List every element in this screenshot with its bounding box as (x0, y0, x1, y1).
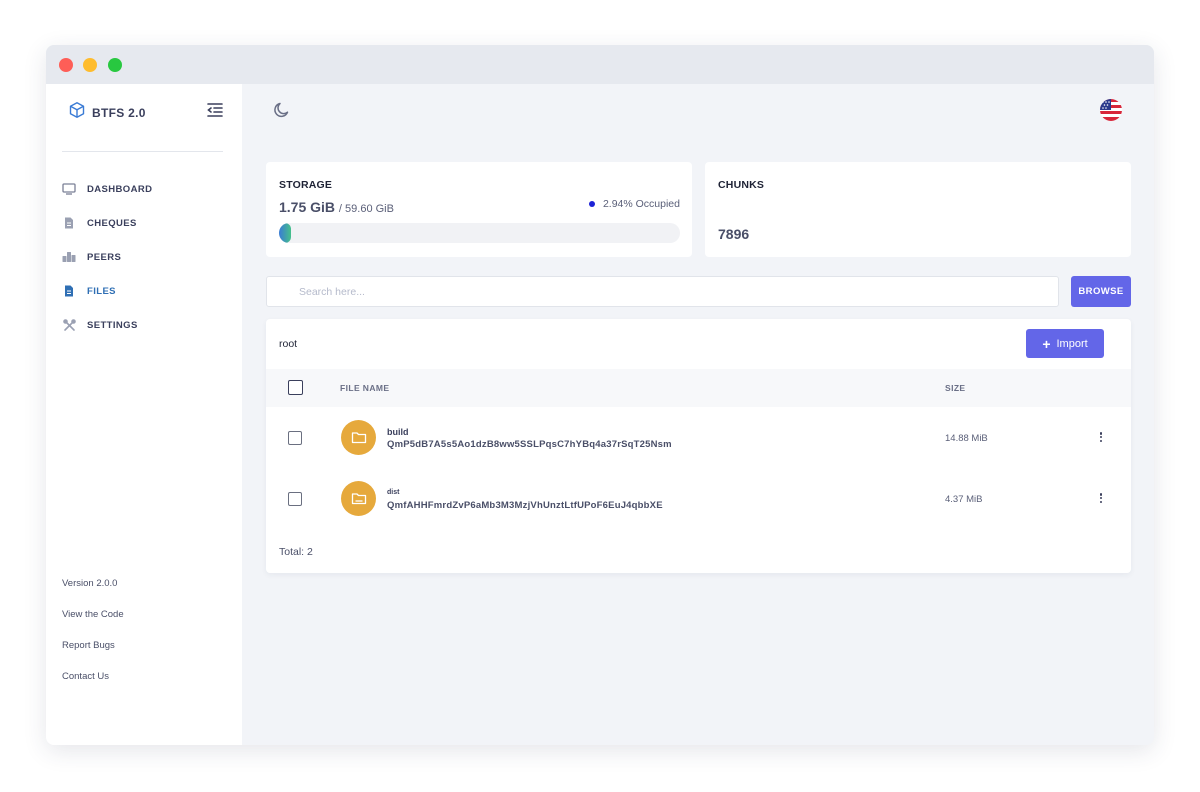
brand-name: BTFS 2.0 (92, 105, 146, 120)
search-input[interactable] (266, 276, 1059, 307)
select-all-checkbox[interactable] (288, 380, 303, 395)
sidebar-footer-links: Version 2.0.0 View the Code Report Bugs … (62, 577, 124, 701)
file-icon (62, 284, 76, 298)
document-icon (62, 216, 76, 230)
sidebar-item-label: CHEQUES (87, 217, 137, 229)
storage-card: STORAGE 1.75 GiB / 59.60 GiB 2.94% Occup… (266, 162, 692, 257)
files-card: root + Import FILE NAME SIZE build QmP5d… (266, 319, 1131, 573)
storage-used: 1.75 GiB / 59.60 GiB (279, 199, 394, 215)
collapse-sidebar-icon[interactable] (206, 101, 224, 119)
column-header-name[interactable]: FILE NAME (340, 383, 389, 393)
main-content: STORAGE 1.75 GiB / 59.60 GiB 2.94% Occup… (242, 84, 1154, 745)
moon-icon[interactable] (272, 100, 292, 120)
sidebar-item-dashboard[interactable]: DASHBOARD (62, 172, 232, 206)
more-options-icon[interactable] (1097, 430, 1105, 444)
file-name[interactable]: dist (387, 489, 399, 496)
file-hash: QmfAHHFmrdZvP6aMb3M3MzjVhUnztLtfUPoF6EuJ… (387, 500, 663, 511)
sidebar-item-label: FILES (87, 285, 116, 297)
sidebar-item-files[interactable]: FILES (62, 274, 232, 308)
breadcrumb[interactable]: root (279, 338, 297, 350)
close-window-button[interactable] (59, 58, 73, 72)
import-label: Import (1056, 337, 1088, 350)
file-size: 14.88 MiB (945, 433, 988, 444)
monitor-icon (62, 182, 76, 196)
version-label: Version 2.0.0 (62, 578, 118, 589)
row-checkbox[interactable] (288, 492, 302, 506)
peers-icon (62, 250, 76, 264)
file-size: 4.37 MiB (945, 494, 983, 505)
storage-progress-fill (279, 223, 291, 243)
more-options-icon[interactable] (1097, 491, 1105, 505)
table-row[interactable]: dist QmfAHHFmrdZvP6aMb3M3MzjVhUnztLtfUPo… (266, 469, 1131, 529)
occupied-dot-icon (588, 201, 595, 207)
storage-used-value: 1.75 GiB (279, 199, 336, 215)
tools-icon (62, 318, 76, 332)
sidebar-divider (62, 151, 223, 152)
chunks-value: 7896 (718, 226, 750, 242)
file-hash: QmP5dB7A5s5Ao1dzB8ww5SSLPqsC7hYBq4a37rSq… (387, 439, 672, 450)
storage-title: STORAGE (279, 179, 333, 191)
report-bugs-link[interactable]: Report Bugs (62, 639, 124, 670)
sidebar-item-label: PEERS (87, 251, 122, 263)
folder-icon (341, 420, 376, 455)
file-name[interactable]: build (387, 427, 409, 437)
folder-icon (341, 481, 376, 516)
sidebar-item-label: SETTINGS (87, 319, 138, 331)
table-header: FILE NAME SIZE (266, 369, 1131, 407)
sidebar: BTFS 2.0 DASHBOARD CHEQUES PEERS FILES S… (46, 84, 242, 745)
table-row[interactable]: build QmP5dB7A5s5Ao1dzB8ww5SSLPqsC7hYBq4… (266, 408, 1131, 468)
occupied-label: 2.94% Occupied (602, 198, 680, 210)
browse-button[interactable]: BROWSE (1071, 276, 1131, 307)
minimize-window-button[interactable] (83, 58, 97, 72)
title-bar (46, 45, 1154, 84)
chunks-title: CHUNKS (718, 179, 765, 191)
brand[interactable]: BTFS 2.0 (68, 101, 146, 124)
plus-icon: + (1042, 335, 1051, 352)
sidebar-item-cheques[interactable]: CHEQUES (62, 206, 232, 240)
view-code-link[interactable]: View the Code (62, 608, 124, 639)
column-header-size[interactable]: SIZE (945, 383, 966, 393)
storage-progress-bar (279, 223, 680, 243)
sidebar-item-settings[interactable]: SETTINGS (62, 308, 232, 342)
chunks-card: CHUNKS 7896 (705, 162, 1131, 257)
contact-us-link[interactable]: Contact Us (62, 670, 124, 701)
occupied-indicator: 2.94% Occupied (588, 198, 680, 210)
cube-logo-icon (68, 101, 86, 124)
us-flag-icon[interactable] (1100, 99, 1122, 121)
app-window: BTFS 2.0 DASHBOARD CHEQUES PEERS FILES S… (46, 45, 1154, 745)
storage-total: / 59.60 GiB (338, 203, 394, 215)
sidebar-item-label: DASHBOARD (87, 183, 153, 195)
maximize-window-button[interactable] (108, 58, 122, 72)
import-button[interactable]: + Import (1026, 329, 1104, 358)
row-checkbox[interactable] (288, 431, 302, 445)
sidebar-nav: DASHBOARD CHEQUES PEERS FILES SETTINGS (62, 172, 232, 342)
sidebar-item-peers[interactable]: PEERS (62, 240, 232, 274)
total-count: Total: 2 (279, 546, 313, 558)
